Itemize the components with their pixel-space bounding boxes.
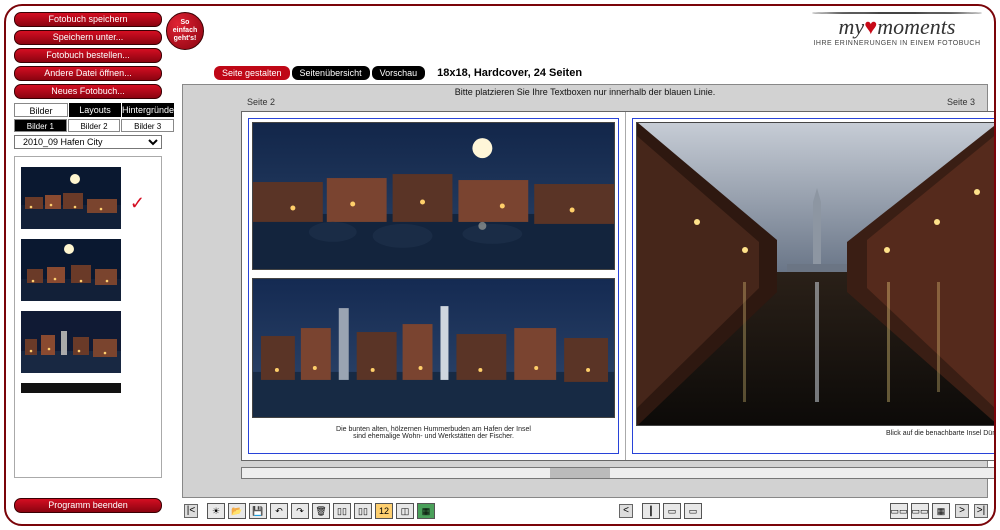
nav-first-button[interactable]: |< bbox=[184, 504, 198, 518]
align-right-icon[interactable]: ▯▯ bbox=[354, 503, 372, 519]
trash-icon[interactable]: 🗑 bbox=[312, 503, 330, 519]
editor-canvas: Bitte platzieren Sie Ihre Textboxen nur … bbox=[182, 84, 988, 498]
folder-tab-1[interactable]: Bilder 1 bbox=[14, 119, 67, 132]
help-badge[interactable]: So einfach geht's! bbox=[166, 12, 204, 50]
harbor-night-thumb-icon bbox=[21, 167, 121, 229]
tab-design-page[interactable]: Seite gestalten bbox=[214, 66, 290, 80]
nav-last-button[interactable]: >| bbox=[974, 504, 988, 518]
redo-icon[interactable]: ↷ bbox=[291, 503, 309, 519]
page-label-left: Seite 2 bbox=[247, 97, 275, 107]
tab-preview[interactable]: Vorschau bbox=[372, 66, 426, 80]
page-slider[interactable] bbox=[241, 467, 996, 479]
thumbnail-list: ✓ bbox=[14, 156, 162, 478]
folder-tab-3[interactable]: Bilder 3 bbox=[121, 119, 174, 132]
hint-text: Bitte platzieren Sie Ihre Textboxen nur … bbox=[183, 87, 987, 97]
book-info: 18x18, Hardcover, 24 Seiten bbox=[437, 67, 582, 79]
open-other-button[interactable]: Andere Datei öffnen... bbox=[14, 66, 162, 81]
tab-bilder[interactable]: Bilder bbox=[14, 103, 68, 117]
page-right[interactable]: Blick auf die benachbarte Insel Düne bbox=[626, 112, 996, 460]
page-left[interactable]: Die bunten alten, hölzernen Hummerbuden … bbox=[242, 112, 626, 460]
check-icon: ✓ bbox=[130, 193, 145, 214]
spread-icon[interactable]: ▭▭ bbox=[890, 503, 908, 519]
save-icon[interactable]: 💾 bbox=[249, 503, 267, 519]
tab-hintergruende[interactable]: Hintergründe bbox=[122, 103, 174, 117]
thumb-grid-icon[interactable]: ▦ bbox=[932, 503, 950, 519]
sort-icon[interactable]: 12 bbox=[375, 503, 393, 519]
page2-icon[interactable]: ▭ bbox=[684, 503, 702, 519]
thumbnail-item[interactable] bbox=[21, 311, 121, 373]
nav-next-button[interactable]: > bbox=[955, 504, 969, 518]
page-spread: Die bunten alten, hölzernen Hummerbuden … bbox=[241, 111, 996, 461]
sun-icon[interactable]: ☀ bbox=[207, 503, 225, 519]
grid-icon[interactable]: ▦ bbox=[417, 503, 435, 519]
harbor-night-thumb-icon bbox=[21, 239, 121, 301]
tab-layouts[interactable]: Layouts bbox=[69, 103, 121, 117]
city-panorama-photo-icon bbox=[253, 279, 614, 417]
photo-slot[interactable] bbox=[252, 278, 615, 418]
folder-select[interactable]: 2010_09 Hafen City bbox=[14, 135, 162, 149]
undo-icon[interactable]: ↶ bbox=[270, 503, 288, 519]
photo-slot[interactable] bbox=[252, 122, 615, 270]
align-left-icon[interactable]: ▯▯ bbox=[333, 503, 351, 519]
spread2-icon[interactable]: ▭▭ bbox=[911, 503, 929, 519]
save-button[interactable]: Fotobuch speichern bbox=[14, 12, 162, 27]
photo-slot[interactable] bbox=[636, 122, 996, 426]
order-button[interactable]: Fotobuch bestellen... bbox=[14, 48, 162, 63]
tab-page-overview[interactable]: Seitenübersicht bbox=[292, 66, 370, 80]
harbor-moon-photo-icon bbox=[253, 123, 614, 269]
city-night-thumb-icon bbox=[21, 311, 121, 373]
canal-warehouse-photo-icon bbox=[637, 123, 996, 425]
page-label-right: Seite 3 bbox=[947, 97, 975, 107]
divider-icon[interactable]: ┃ bbox=[642, 503, 660, 519]
split-icon[interactable]: ◫ bbox=[396, 503, 414, 519]
folder-tab-2[interactable]: Bilder 2 bbox=[68, 119, 121, 132]
heart-icon: ♥ bbox=[864, 14, 877, 39]
quit-button[interactable]: Programm beenden bbox=[14, 498, 162, 513]
page-icon[interactable]: ▭ bbox=[663, 503, 681, 519]
thumbnail-item[interactable] bbox=[21, 239, 121, 301]
thumbnail-item[interactable] bbox=[21, 383, 121, 393]
new-book-button[interactable]: Neues Fotobuch... bbox=[14, 84, 162, 99]
nav-prev-button[interactable]: < bbox=[619, 504, 633, 518]
save-as-button[interactable]: Speichern unter... bbox=[14, 30, 162, 45]
thumbnail-item[interactable]: ✓ bbox=[21, 167, 121, 229]
brand-logo: my♥moments IHRE ERINNERUNGEN IN EINEM FO… bbox=[812, 12, 982, 47]
open-icon[interactable]: 📂 bbox=[228, 503, 246, 519]
